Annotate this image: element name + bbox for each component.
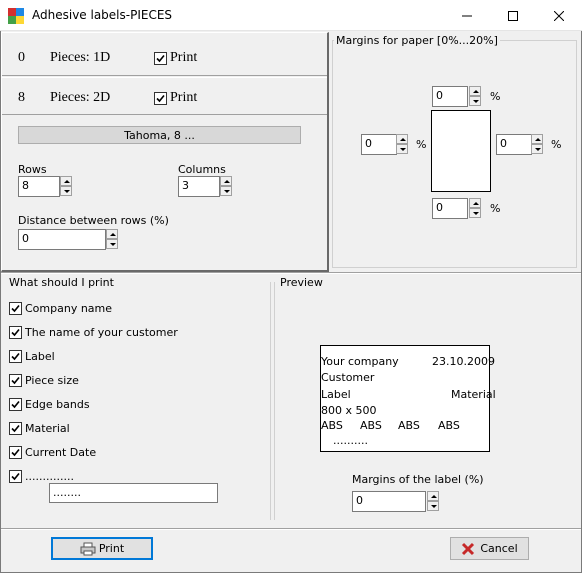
paper-preview <box>431 110 491 192</box>
print-button-label: Print <box>98 542 125 555</box>
print-option-checkbox[interactable] <box>9 374 22 387</box>
preview-title: Preview <box>278 276 325 289</box>
custom-text-input[interactable]: ........ <box>49 483 218 503</box>
print-1d-label: Print <box>170 50 198 65</box>
rows-label: Rows <box>18 163 47 176</box>
margin-left-unit: % <box>416 138 427 151</box>
printer-icon <box>80 542 96 555</box>
print-option-label: Label <box>25 350 55 363</box>
margin-right-input[interactable]: 0 <box>496 134 532 155</box>
what-print-title: What should I print <box>7 276 116 289</box>
print-option-checkbox[interactable] <box>9 470 22 483</box>
distance-input[interactable]: 0 <box>18 229 106 250</box>
print-option-label: .............. <box>25 470 74 483</box>
cancel-button[interactable]: Cancel <box>450 537 529 560</box>
margin-top-input[interactable]: 0 <box>432 86 468 107</box>
pieces-2d-label: Pieces: 2D <box>50 90 111 105</box>
print-option-label: The name of your customer <box>25 326 178 339</box>
preview-material: Material <box>451 388 496 401</box>
margin-top-unit: % <box>490 90 501 103</box>
margin-bottom-input[interactable]: 0 <box>432 198 468 219</box>
label-margins-input[interactable]: 0 <box>352 491 426 512</box>
print-2d-label: Print <box>170 90 198 105</box>
minimize-icon <box>462 15 472 16</box>
print-option-checkbox[interactable] <box>9 422 22 435</box>
close-icon <box>554 10 564 21</box>
maximize-button[interactable] <box>490 0 536 31</box>
print-option-label: Edge bands <box>25 398 90 411</box>
rows-input[interactable]: 8 <box>18 176 60 197</box>
margin-top-spinner[interactable] <box>469 86 481 107</box>
preview-dots: .......... <box>333 434 368 447</box>
print-option-label: Piece size <box>25 374 79 387</box>
preview-label: Label <box>321 388 351 401</box>
margin-right-unit: % <box>551 138 562 151</box>
margin-right-spinner[interactable] <box>531 134 543 155</box>
preview-edge: ABS <box>321 419 343 432</box>
preview-edge: ABS <box>398 419 420 432</box>
print-option-label: Company name <box>25 302 113 315</box>
label-margins-label: Margins of the label (%) <box>352 473 484 486</box>
section-divider <box>1 272 581 274</box>
columns-spinner[interactable] <box>220 176 232 197</box>
margin-bottom-unit: % <box>490 202 501 215</box>
print-option-checkbox[interactable] <box>9 302 22 315</box>
print-1d-checkbox[interactable] <box>154 52 167 65</box>
print-option-checkbox[interactable] <box>9 350 22 363</box>
print-option-label: Material <box>25 422 70 435</box>
margin-left-spinner[interactable] <box>396 134 408 155</box>
margin-left-input[interactable]: 0 <box>361 134 397 155</box>
print-option-checkbox[interactable] <box>9 326 22 339</box>
cancel-button-label: Cancel <box>480 542 518 555</box>
print-option-checkbox[interactable] <box>9 398 22 411</box>
margins-title: Margins for paper [0%...20%] <box>334 34 500 47</box>
close-button[interactable] <box>536 0 582 31</box>
print-2d-checkbox[interactable] <box>154 92 167 105</box>
columns-label: Columns <box>178 163 226 176</box>
preview-edge: ABS <box>438 419 460 432</box>
app-icon <box>8 8 24 24</box>
window-title: Adhesive labels-PIECES <box>32 8 173 22</box>
pieces-1d-count: 0 <box>18 50 25 65</box>
print-button[interactable]: Print <box>51 537 153 560</box>
pieces-2d-count: 8 <box>18 90 25 105</box>
maximize-icon <box>508 10 518 21</box>
label-margins-spinner[interactable] <box>427 491 439 512</box>
font-button[interactable]: Tahoma, 8 ... <box>18 126 301 144</box>
columns-input[interactable]: 3 <box>178 176 220 197</box>
title-bar: Adhesive labels-PIECES <box>0 0 582 31</box>
preview-edge: ABS <box>360 419 382 432</box>
preview-customer: Customer <box>321 371 375 384</box>
distance-spinner[interactable] <box>106 229 118 250</box>
preview-date: 23.10.2009 <box>432 355 495 368</box>
preview-size: 800 x 500 <box>321 404 377 417</box>
rows-spinner[interactable] <box>60 176 72 197</box>
red-x-icon <box>462 542 475 555</box>
bottom-divider <box>1 528 581 530</box>
minimize-button[interactable] <box>444 0 490 31</box>
distance-label: Distance between rows (%) <box>18 214 169 227</box>
margin-bottom-spinner[interactable] <box>469 198 481 219</box>
print-option-label: Current Date <box>25 446 97 459</box>
preview-company: Your company <box>321 355 399 368</box>
print-option-checkbox[interactable] <box>9 446 22 459</box>
pieces-1d-label: Pieces: 1D <box>50 50 111 65</box>
